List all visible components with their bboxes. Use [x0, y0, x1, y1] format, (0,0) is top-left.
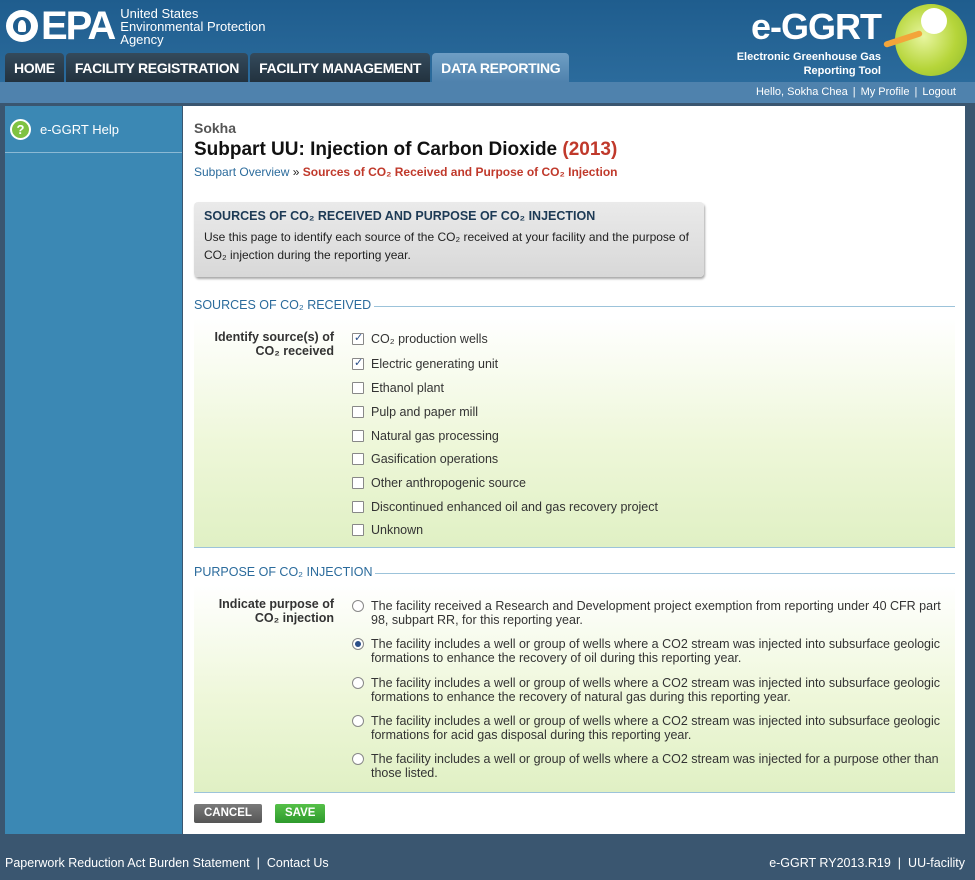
source-option[interactable]: Electric generating unit: [352, 356, 498, 371]
header: EPA United States Environmental Protecti…: [0, 0, 975, 82]
checkbox[interactable]: [352, 356, 364, 370]
eggrt-title: e-GGRT: [750, 6, 882, 47]
checkbox[interactable]: [352, 501, 364, 513]
source-option[interactable]: Natural gas processing: [352, 429, 499, 443]
source-option[interactable]: Discontinued enhanced oil and gas recove…: [352, 500, 658, 514]
tab-data-reporting[interactable]: DATA REPORTING: [432, 53, 570, 82]
eggrt-logo: e-GGRT Electronic Greenhouse Gas Reporti…: [727, 4, 967, 78]
epa-wordmark: EPA: [41, 4, 116, 48]
source-option[interactable]: Ethanol plant: [352, 381, 444, 395]
sidebar: ? e-GGRT Help: [5, 106, 182, 834]
radio-button[interactable]: [352, 677, 364, 689]
info-box-title: SOURCES OF CO₂ RECEIVED AND PURPOSE OF C…: [204, 209, 596, 223]
contact-us-link[interactable]: Contact Us: [267, 856, 329, 870]
tab-facility-management[interactable]: FACILITY MANAGEMENT: [250, 53, 431, 82]
user-bar: Hello, Sokha Chea | My Profile | Logout: [0, 82, 975, 103]
checkbox[interactable]: [352, 430, 364, 442]
radio-button[interactable]: [352, 753, 364, 765]
cancel-button[interactable]: CANCEL: [194, 804, 262, 823]
epa-seal-icon: [6, 10, 38, 42]
purpose-option[interactable]: The facility includes a well or group of…: [352, 637, 941, 665]
source-option[interactable]: CO₂ production wells: [352, 331, 488, 346]
checkbox[interactable]: [352, 477, 364, 489]
sources-panel: Identify source(s) of CO₂ received CO₂ p…: [194, 318, 955, 548]
radio-button[interactable]: [352, 715, 364, 727]
purpose-panel: Indicate purpose of CO₂ injection The fa…: [194, 585, 955, 793]
purpose-option[interactable]: The facility includes a well or group of…: [352, 752, 941, 780]
purpose-field-label: Indicate purpose of CO₂ injection: [218, 597, 334, 625]
logout-link[interactable]: Logout: [922, 86, 956, 98]
eggrt-subtitle: Electronic Greenhouse Gas Reporting Tool: [736, 51, 881, 77]
sidebar-item-label: e-GGRT Help: [40, 121, 119, 137]
radio-button[interactable]: [352, 638, 364, 650]
reporting-year: (2013): [562, 139, 618, 160]
egret-bird-icon: [883, 4, 967, 76]
source-option[interactable]: Pulp and paper mill: [352, 405, 478, 419]
sources-field-label: Identify source(s) of CO₂ received: [214, 330, 334, 358]
tab-facility-registration[interactable]: FACILITY REGISTRATION: [65, 53, 249, 82]
agency-name: United States Environmental Protection A…: [120, 5, 266, 47]
page-id-label: UU-facility: [908, 856, 965, 870]
burden-statement-link[interactable]: Paperwork Reduction Act Burden Statement: [5, 856, 250, 870]
version-label: e-GGRT RY2013.R19: [769, 856, 891, 870]
checkbox[interactable]: [352, 453, 364, 465]
sidebar-item-help[interactable]: ? e-GGRT Help: [5, 106, 182, 153]
purpose-option[interactable]: The facility received a Research and Dev…: [352, 599, 941, 627]
user-greeting: Hello, Sokha Chea: [755, 86, 848, 98]
tab-home[interactable]: HOME: [5, 53, 64, 82]
checkbox[interactable]: [352, 331, 364, 345]
sources-legend: SOURCES OF CO₂ RECEIVED: [194, 298, 375, 312]
source-option[interactable]: Unknown: [352, 523, 423, 537]
info-box-text: Use this page to identify each source of…: [204, 230, 689, 262]
breadcrumb-current: Sources of CO₂ Received and Purpose of C…: [302, 165, 618, 179]
epa-logo[interactable]: EPA United States Environmental Protecti…: [6, 4, 266, 48]
checkbox[interactable]: [352, 382, 364, 394]
info-box: SOURCES OF CO₂ RECEIVED AND PURPOSE OF C…: [194, 202, 704, 277]
source-option[interactable]: Other anthropogenic source: [352, 476, 526, 490]
page-title: Subpart UU: Injection of Carbon Dioxide …: [194, 139, 618, 160]
source-option[interactable]: Gasification operations: [352, 452, 498, 466]
main-content: Sokha Subpart UU: Injection of Carbon Di…: [183, 106, 965, 834]
my-profile-link[interactable]: My Profile: [861, 86, 910, 98]
purpose-legend: PURPOSE OF CO₂ INJECTION: [194, 565, 376, 579]
checkbox[interactable]: [352, 406, 364, 418]
purpose-option[interactable]: The facility includes a well or group of…: [352, 714, 941, 742]
breadcrumb-subpart-overview[interactable]: Subpart Overview: [194, 165, 289, 179]
purpose-option[interactable]: The facility includes a well or group of…: [352, 676, 941, 704]
main-nav-tabs: HOME FACILITY REGISTRATION FACILITY MANA…: [5, 53, 571, 82]
footer: Paperwork Reduction Act Burden Statement…: [5, 856, 965, 870]
save-button[interactable]: SAVE: [275, 804, 326, 823]
breadcrumb: Subpart Overview » Sources of CO₂ Receiv…: [194, 165, 618, 179]
facility-name: Sokha: [194, 120, 237, 136]
radio-button[interactable]: [352, 600, 364, 612]
checkbox[interactable]: [352, 524, 364, 536]
help-question-icon: ?: [10, 118, 31, 140]
